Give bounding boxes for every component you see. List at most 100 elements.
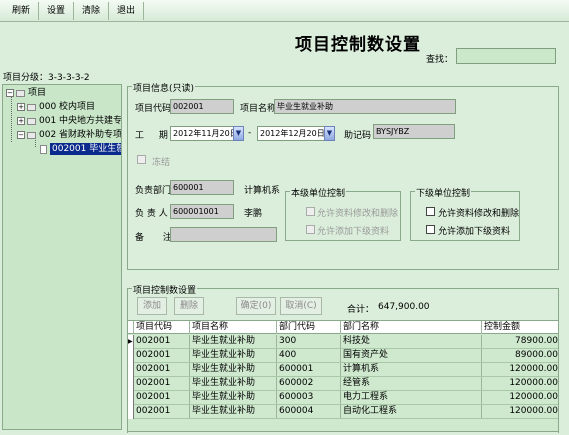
cell-project-name[interactable]: 毕业生就业补助 [190,363,277,376]
person-label: 负 责 人 [135,209,168,219]
document-icon [40,144,47,154]
confirm-button[interactable]: 确定(0) [236,297,276,315]
dept-label: 负责部门 [135,186,172,196]
cell-dept-name[interactable]: 计算机系 [341,363,482,376]
search-input[interactable] [456,48,556,64]
header-project-code[interactable]: 项目代码 [134,321,190,334]
table-row[interactable]: 002001 毕业生就业补助 600001 计算机系 120000.00 [128,363,558,377]
start-date-field[interactable]: 2012年11月20日 [170,126,234,141]
cell-project-code[interactable]: 002001 [134,363,190,376]
collapse-icon[interactable]: − [6,89,14,97]
sub-allow-add-checkbox[interactable] [426,225,435,234]
cell-project-code[interactable]: 002001 [134,349,190,362]
add-button[interactable]: 添加 [137,297,167,315]
table-row[interactable]: 002001 毕业生就业补助 600003 电力工程系 120000.00 [128,391,558,405]
own-allow-add-label: 允许添加下级资料 [317,227,390,237]
settings-button[interactable]: 设置 [39,1,75,20]
page-title: 项目控制数设置 [295,35,421,55]
cell-project-code[interactable]: 002001 [134,335,190,348]
cell-dept-code[interactable]: 600002 [277,377,341,390]
tree-node-001[interactable]: + 001 中央地方共建专项 [17,115,121,127]
cell-dept-name[interactable]: 电力工程系 [341,391,482,404]
project-code-field[interactable]: 002001 [170,99,234,114]
sub-allow-add-label: 允许添加下级资料 [438,227,511,237]
own-allow-edit-checkbox[interactable] [306,207,315,216]
level-label: 项目分级：3-3-3-3-2 [3,73,90,83]
chevron-down-icon[interactable]: ▼ [233,126,244,141]
expand-icon[interactable]: + [17,117,25,125]
sub-allow-edit-checkbox[interactable] [426,207,435,216]
date-separator: - [248,128,252,138]
cell-dept-name[interactable]: 科技处 [341,335,482,348]
cell-dept-code[interactable]: 300 [277,335,341,348]
project-info-title: 项目信息(只读) [132,81,196,94]
cell-amount[interactable]: 120000.00 [482,377,558,390]
exit-button[interactable]: 退出 [109,1,145,20]
dept-name-label: 计算机系 [244,186,281,196]
project-code-label: 项目代码 [135,104,172,114]
tree-root-label: 项目 [28,88,47,98]
chevron-down-icon[interactable]: ▼ [324,126,335,141]
cell-dept-code[interactable]: 600001 [277,363,341,376]
cell-dept-name[interactable]: 国有资产处 [341,349,482,362]
cell-amount[interactable]: 78900.00 [482,335,558,348]
cell-project-name[interactable]: 毕业生就业补助 [190,391,277,404]
folder-icon [27,131,36,139]
cell-dept-name[interactable]: 经管系 [341,377,482,390]
cell-project-name[interactable]: 毕业生就业补助 [190,349,277,362]
table-header: 项目代码 项目名称 部门代码 部门名称 控制金额 [128,321,558,334]
table-row[interactable]: ▶ 002001 毕业生就业补助 300 科技处 78900.00 [128,335,558,349]
cell-project-name[interactable]: 毕业生就业补助 [190,377,277,390]
table-row[interactable]: 002001 毕业生就业补助 600004 自动化工程系 120000.00 [128,405,558,419]
header-dept-name[interactable]: 部门名称 [341,321,482,334]
header-amount[interactable]: 控制金额 [482,321,558,334]
cell-amount[interactable]: 89000.00 [482,349,558,362]
tree-leaf-002001[interactable]: 002001 毕业生就业补助 [40,143,121,155]
table-row[interactable]: 002001 毕业生就业补助 400 国有资产处 89000.00 [128,349,558,363]
tree-node-002[interactable]: − 002 省财政补助专项 [17,129,121,141]
end-date-field[interactable]: 2012年12月20日 [257,126,325,141]
frozen-checkbox[interactable] [137,155,146,164]
person-name-label: 李鹏 [244,209,263,219]
own-allow-edit-label: 允许资料修改和删除 [317,209,399,219]
sub-allow-edit-label: 允许资料修改和删除 [438,209,520,219]
cell-amount[interactable]: 120000.00 [482,363,558,376]
expand-icon[interactable]: + [17,103,25,111]
cell-dept-code[interactable]: 400 [277,349,341,362]
control-table: 项目代码 项目名称 部门代码 部门名称 控制金额 ▶ 002001 毕业生就业补助 3… [127,320,559,432]
project-name-field[interactable]: 毕业生就业补助 [274,99,456,114]
header-dept-code[interactable]: 部门代码 [277,321,341,334]
delete-button[interactable]: 删除 [174,297,204,315]
search-label: 查找： [426,55,454,65]
refresh-button[interactable]: 刷新 [4,1,40,20]
mnemonic-field[interactable]: BYSJYBZ [373,124,455,139]
tree-node-000[interactable]: + 000 校内项目 [17,101,95,113]
period-label: 工 期 [135,131,174,141]
tree-node-label: 000 校内项目 [39,102,96,112]
tree-leaf-label: 002001 毕业生就业补助 [50,143,121,155]
tree-root[interactable]: − 项目 [6,87,46,99]
cell-amount[interactable]: 120000.00 [482,405,558,418]
cell-project-code[interactable]: 002001 [134,391,190,404]
cell-dept-code[interactable]: 600003 [277,391,341,404]
own-allow-add-checkbox[interactable] [306,225,315,234]
frozen-label: 冻结 [152,158,171,168]
folder-icon [27,117,36,125]
person-code-field[interactable]: 600001001 [170,204,234,219]
tree-connector [11,97,12,142]
dept-code-field[interactable]: 600001 [170,180,234,195]
clear-button[interactable]: 清除 [74,1,110,20]
cell-dept-code[interactable]: 600004 [277,405,341,418]
cell-project-code[interactable]: 002001 [134,377,190,390]
remark-field[interactable] [170,227,277,242]
cell-project-code[interactable]: 002001 [134,405,190,418]
cell-project-name[interactable]: 毕业生就业补助 [190,405,277,418]
table-row[interactable]: 002001 毕业生就业补助 600002 经管系 120000.00 [128,377,558,391]
cell-project-name[interactable]: 毕业生就业补助 [190,335,277,348]
cell-amount[interactable]: 120000.00 [482,391,558,404]
cancel-button[interactable]: 取消(C) [280,297,322,315]
collapse-icon[interactable]: − [17,131,25,139]
cell-dept-name[interactable]: 自动化工程系 [341,405,482,418]
header-project-name[interactable]: 项目名称 [190,321,277,334]
folder-icon [27,103,36,111]
